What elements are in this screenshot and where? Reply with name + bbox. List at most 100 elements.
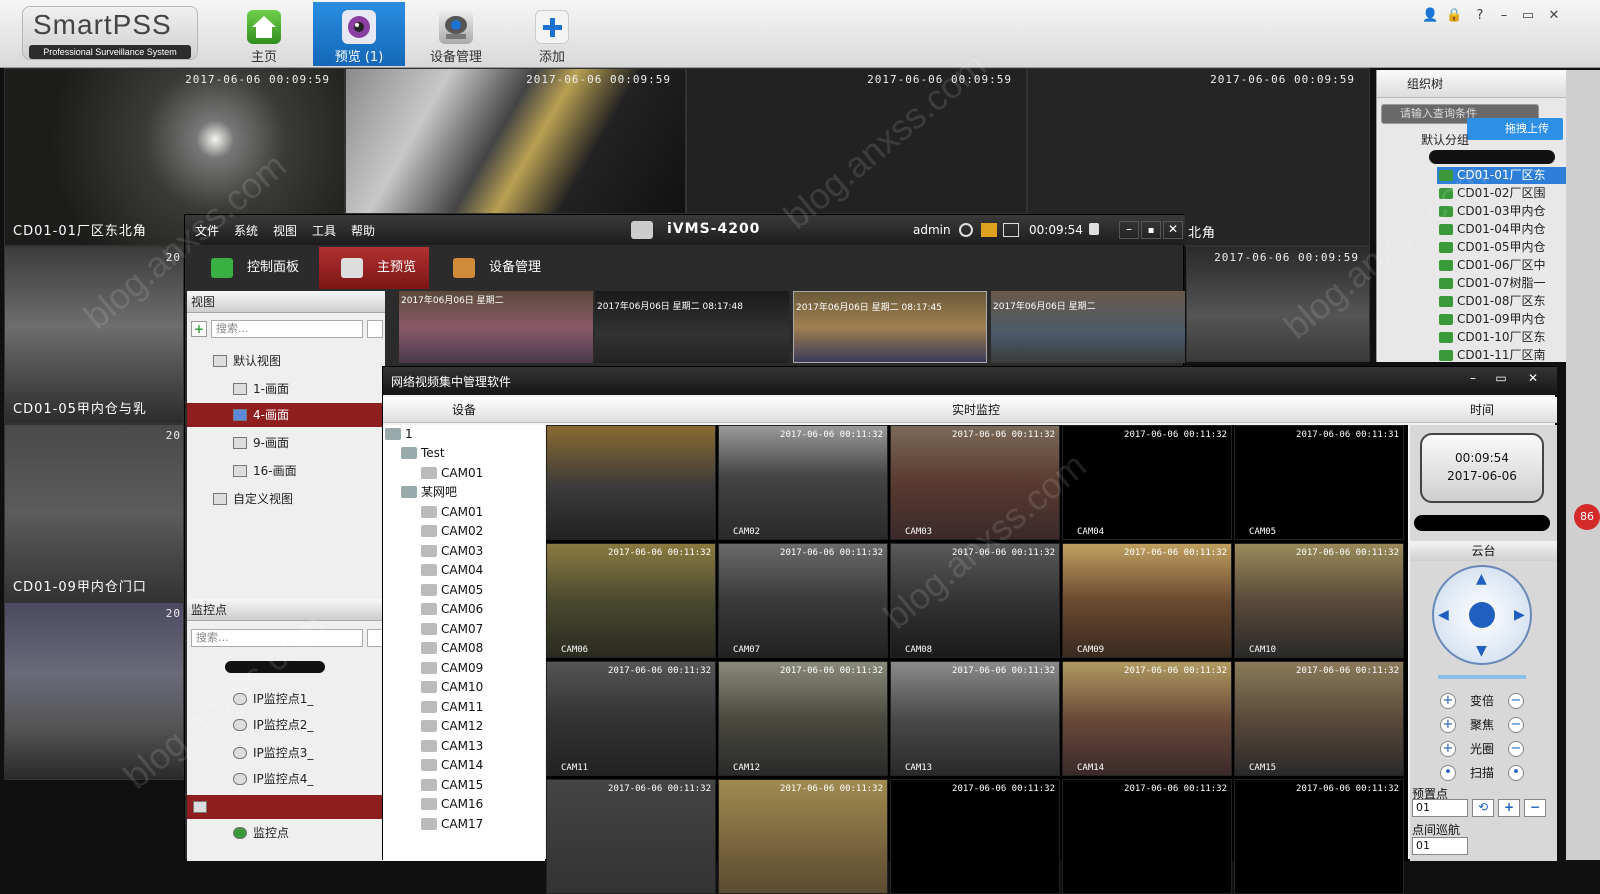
view-9-screen[interactable]: 9-画面	[187, 431, 385, 455]
tab-control-panel[interactable]: 控制面板	[189, 247, 317, 289]
camera-feed[interactable]: 2017-06-06 00:11:32 CAM11	[546, 661, 716, 776]
camera-feed[interactable]: 2017-06-06 00:11:32 CAM02	[718, 425, 888, 540]
tree-cam[interactable]: CAM05	[419, 581, 483, 600]
view-search-input[interactable]: 搜索...	[211, 320, 363, 338]
org-device-item[interactable]: CD01-04甲内仓	[1437, 221, 1567, 238]
lock-icon[interactable]	[1089, 223, 1099, 235]
tree-cam[interactable]: CAM08	[419, 639, 483, 658]
focus-in-button[interactable]: +	[1440, 717, 1456, 733]
preset-add-button[interactable]: +	[1498, 799, 1520, 817]
nvcms-maximize-button[interactable]: ▭	[1491, 371, 1511, 389]
minimize-icon[interactable]: –	[1496, 8, 1512, 24]
scan-start-button[interactable]: •	[1440, 765, 1456, 781]
camera-feed[interactable]: 2017-06-06 00:11:32 CAM15	[1234, 661, 1404, 776]
tree-cam[interactable]: CAM17	[419, 815, 483, 834]
search-icon[interactable]	[367, 320, 383, 338]
camera-feed[interactable]	[546, 425, 716, 540]
camera-feed[interactable]: 2017-06-06 00:11:32 CAM06	[546, 543, 716, 658]
drag-upload-button[interactable]: 拖拽上传	[1467, 118, 1563, 140]
tree-cam[interactable]: CAM10	[419, 678, 483, 697]
menu-help[interactable]: 帮助	[351, 222, 375, 239]
view-16-screen[interactable]: 16-画面	[187, 459, 385, 483]
video-tile[interactable]: 2017-06-06 00:09:59	[345, 68, 686, 214]
zoom-out-button[interactable]: −	[1508, 693, 1524, 709]
org-device-item[interactable]: CD01-11厂区南	[1437, 347, 1567, 362]
monitor-item[interactable]: 监控点	[187, 821, 385, 845]
camera-feed[interactable]: 2017-06-06 00:11:32 CAM03	[890, 425, 1060, 540]
org-device-item[interactable]: CD01-09甲内仓	[1437, 311, 1567, 328]
tree-cam[interactable]: CAM02	[419, 522, 483, 541]
monitor-section-header[interactable]: 监控点	[187, 599, 385, 621]
nav-home-button[interactable]: 主页	[218, 2, 310, 66]
ptz-up-icon[interactable]: ▲	[1476, 571, 1487, 587]
ptz-right-icon[interactable]: ▶	[1514, 607, 1525, 623]
tree-cam[interactable]: CAM15	[419, 776, 483, 795]
camera-feed[interactable]: 2017-06-06 00:11:32 CAM09	[1062, 543, 1232, 658]
menu-system[interactable]: 系统	[234, 222, 258, 239]
nav-add-button[interactable]: 添加	[506, 2, 598, 66]
camera-feed[interactable]: 2017-06-06 00:11:32 CAM10	[1234, 543, 1404, 658]
org-device-item[interactable]: CD01-08厂区东	[1437, 293, 1567, 310]
org-device-item[interactable]: CD01-10厂区东	[1437, 329, 1567, 346]
camera-feed[interactable]: 2017-06-06 00:11:32 CAM13	[890, 661, 1060, 776]
tree-cam[interactable]: CAM01	[419, 464, 483, 483]
menu-file[interactable]: 文件	[195, 222, 219, 239]
add-view-button[interactable]: +	[191, 321, 207, 337]
tree-root[interactable]: 1	[383, 425, 413, 444]
ivms-close-button[interactable]: ✕	[1163, 221, 1183, 239]
iris-open-button[interactable]: +	[1440, 741, 1456, 757]
patrol-select[interactable]: 01	[1412, 837, 1468, 855]
preset-goto-button[interactable]: ⟲	[1472, 799, 1494, 817]
ptz-speed-slider[interactable]	[1438, 675, 1526, 679]
nav-preview-button[interactable]: 预览 (1)	[313, 2, 405, 66]
maximize-icon[interactable]: ▭	[1520, 8, 1536, 24]
tree-cam[interactable]: CAM09	[419, 659, 483, 678]
tree-cam[interactable]: CAM13	[419, 737, 483, 756]
org-device-item[interactable]: CD01-06厂区中	[1437, 257, 1567, 274]
video-tile[interactable]: 20 CD01-09甲内仓门口	[4, 424, 184, 602]
camera-feed[interactable]: 2017-06-06 00:11:32	[1234, 779, 1404, 894]
camera-feed[interactable]: 2017-06-06 00:11:32 CAM04	[1062, 425, 1232, 540]
ptz-direction-pad[interactable]: ▲ ▼ ◀ ▶	[1432, 565, 1532, 665]
view-4-screen[interactable]: 4-画面	[187, 403, 385, 427]
view-custom[interactable]: 自定义视图	[187, 487, 385, 511]
org-device-item[interactable]: CD01-07树脂一	[1437, 275, 1567, 292]
view-1-screen[interactable]: 1-画面	[187, 377, 385, 401]
camera-feed[interactable]: 2017-06-06 00:11:32 CAM14	[1062, 661, 1232, 776]
tree-cam[interactable]: CAM16	[419, 795, 483, 814]
camera-feed[interactable]: 2017-06-06 00:11:32 CAM07	[718, 543, 888, 658]
tab-device-manage[interactable]: 设备管理	[431, 247, 559, 289]
tree-group-cafe[interactable]: 某网吧	[399, 483, 457, 502]
camera-feed[interactable]: 2017-06-06 00:11:32 CAM08	[890, 543, 1060, 658]
notification-badge[interactable]: 86	[1574, 504, 1600, 530]
video-tile[interactable]: 20 CD01-05甲内仓与乳	[4, 246, 184, 424]
menu-view[interactable]: 视图	[273, 222, 297, 239]
org-group-label[interactable]: 默认分组	[1421, 131, 1469, 148]
org-device-item[interactable]: CD01-02厂区围	[1437, 185, 1567, 202]
tree-cam[interactable]: CAM06	[419, 600, 483, 619]
ptz-center-button[interactable]	[1469, 602, 1495, 628]
tree-cam[interactable]: CAM14	[419, 756, 483, 775]
view-section-header[interactable]: 视图	[187, 291, 385, 313]
camera-feed[interactable]: 2017-06-06 00:11:32	[546, 779, 716, 894]
camera-feed[interactable]: 2017-06-06 00:11:32	[1062, 779, 1232, 894]
camera-feed[interactable]: 2017-06-06 00:11:32 CAM12	[718, 661, 888, 776]
tab-main-preview[interactable]: 主预览	[319, 247, 429, 289]
camera-feed[interactable]: 2017-06-06 00:11:32	[718, 779, 888, 894]
monitor-group-selected[interactable]	[187, 795, 385, 819]
tree-cam[interactable]: CAM04	[419, 561, 483, 580]
globe-icon[interactable]	[959, 223, 973, 237]
help-icon[interactable]: ?	[1472, 8, 1488, 24]
monitor-item[interactable]: IP监控点3_	[187, 741, 385, 765]
tree-cam[interactable]: CAM12	[419, 717, 483, 736]
tree-cam[interactable]: CAM01	[419, 503, 483, 522]
ptz-left-icon[interactable]: ◀	[1438, 607, 1449, 623]
ivms-minimize-button[interactable]: –	[1119, 221, 1139, 239]
zoom-in-button[interactable]: +	[1440, 693, 1456, 709]
close-icon[interactable]: ✕	[1546, 8, 1562, 24]
view-default[interactable]: 默认视图	[187, 349, 385, 373]
ivms-maximize-button[interactable]: ▪	[1141, 221, 1161, 239]
video-tile[interactable]: 2017-06-06 00:09:59	[686, 68, 1027, 214]
search-icon[interactable]	[367, 629, 383, 647]
ivms-thumbnail[interactable]: 2017年06月06日 星期二 08:17:48	[595, 291, 789, 363]
